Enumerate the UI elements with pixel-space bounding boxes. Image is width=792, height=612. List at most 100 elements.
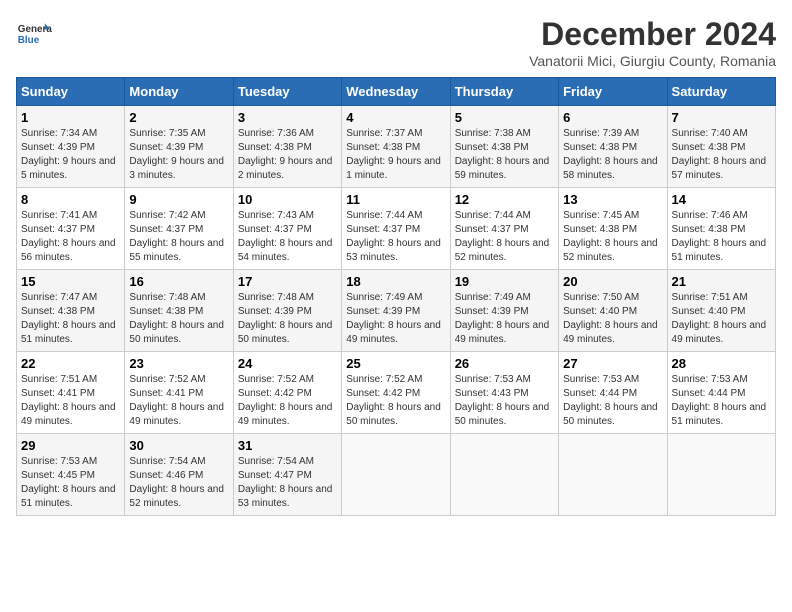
day-info: Sunrise: 7:52 AM Sunset: 4:42 PM Dayligh… [346, 373, 445, 429]
calendar-cell: 22 Sunrise: 7:51 AM Sunset: 4:41 PM Dayli… [17, 352, 125, 434]
day-number: 11 [346, 192, 445, 207]
weekday-header-cell: Sunday [17, 78, 125, 106]
header: General Blue December 2024 Vanatorii Mic… [16, 16, 776, 69]
day-info: Sunrise: 7:46 AM Sunset: 4:38 PM Dayligh… [672, 209, 771, 265]
day-info: Sunrise: 7:53 AM Sunset: 4:44 PM Dayligh… [563, 373, 662, 429]
weekday-header-cell: Saturday [667, 78, 775, 106]
day-info: Sunrise: 7:47 AM Sunset: 4:38 PM Dayligh… [21, 291, 120, 347]
day-number: 9 [129, 192, 228, 207]
day-number: 12 [455, 192, 554, 207]
day-number: 25 [346, 356, 445, 371]
calendar-week-row: 1 Sunrise: 7:34 AM Sunset: 4:39 PM Daylig… [17, 106, 776, 188]
day-number: 26 [455, 356, 554, 371]
calendar-week-row: 22 Sunrise: 7:51 AM Sunset: 4:41 PM Dayli… [17, 352, 776, 434]
calendar-cell: 28Sunrise: 7:53 AM Sunset: 4:44 PM Dayli… [667, 352, 775, 434]
calendar-cell: 14 Sunrise: 7:46 AM Sunset: 4:38 PM Dayli… [667, 188, 775, 270]
calendar-cell: 26 Sunrise: 7:53 AM Sunset: 4:43 PM Dayli… [450, 352, 558, 434]
day-number: 2 [129, 110, 228, 125]
calendar-cell: 30 Sunrise: 7:54 AM Sunset: 4:46 PM Dayli… [125, 434, 233, 516]
calendar-cell: 6 Sunrise: 7:39 AM Sunset: 4:38 PM Daylig… [559, 106, 667, 188]
logo-icon: General Blue [16, 16, 52, 52]
day-number: 30 [129, 438, 228, 453]
calendar-cell: 20 Sunrise: 7:50 AM Sunset: 4:40 PM Dayli… [559, 270, 667, 352]
day-number: 15 [21, 274, 120, 289]
day-number: 22 [21, 356, 120, 371]
day-number: 24 [238, 356, 337, 371]
calendar-cell: 15 Sunrise: 7:47 AM Sunset: 4:38 PM Dayli… [17, 270, 125, 352]
day-info: Sunrise: 7:42 AM Sunset: 4:37 PM Dayligh… [129, 209, 228, 265]
day-number: 16 [129, 274, 228, 289]
day-info: Sunrise: 7:51 AM Sunset: 4:40 PM Dayligh… [672, 291, 771, 347]
day-number: 21 [672, 274, 771, 289]
weekday-header-cell: Thursday [450, 78, 558, 106]
day-info: Sunrise: 7:51 AM Sunset: 4:41 PM Dayligh… [21, 373, 120, 429]
calendar-cell [559, 434, 667, 516]
day-number: 13 [563, 192, 662, 207]
calendar-table: SundayMondayTuesdayWednesdayThursdayFrid… [16, 77, 776, 516]
day-number: 31 [238, 438, 337, 453]
calendar-cell: 10Sunrise: 7:43 AM Sunset: 4:37 PM Dayli… [233, 188, 341, 270]
day-info: Sunrise: 7:48 AM Sunset: 4:38 PM Dayligh… [129, 291, 228, 347]
svg-text:Blue: Blue [18, 35, 40, 46]
calendar-week-row: 29 Sunrise: 7:53 AM Sunset: 4:45 PM Dayli… [17, 434, 776, 516]
day-number: 8 [21, 192, 120, 207]
calendar-body: 1 Sunrise: 7:34 AM Sunset: 4:39 PM Daylig… [17, 106, 776, 516]
day-info: Sunrise: 7:41 AM Sunset: 4:37 PM Dayligh… [21, 209, 120, 265]
calendar-cell: 5 Sunrise: 7:38 AM Sunset: 4:38 PM Daylig… [450, 106, 558, 188]
day-info: Sunrise: 7:53 AM Sunset: 4:44 PM Dayligh… [672, 373, 771, 429]
calendar-cell: 1 Sunrise: 7:34 AM Sunset: 4:39 PM Daylig… [17, 106, 125, 188]
day-number: 20 [563, 274, 662, 289]
weekday-header-row: SundayMondayTuesdayWednesdayThursdayFrid… [17, 78, 776, 106]
day-number: 18 [346, 274, 445, 289]
calendar-cell [450, 434, 558, 516]
calendar-cell: 18Sunrise: 7:49 AM Sunset: 4:39 PM Dayli… [342, 270, 450, 352]
calendar-cell: 12 Sunrise: 7:44 AM Sunset: 4:37 PM Dayli… [450, 188, 558, 270]
day-info: Sunrise: 7:53 AM Sunset: 4:45 PM Dayligh… [21, 455, 120, 511]
calendar-cell [342, 434, 450, 516]
day-info: Sunrise: 7:40 AM Sunset: 4:38 PM Dayligh… [672, 127, 771, 183]
day-info: Sunrise: 7:45 AM Sunset: 4:38 PM Dayligh… [563, 209, 662, 265]
calendar-cell: 11 Sunrise: 7:44 AM Sunset: 4:37 PM Dayli… [342, 188, 450, 270]
day-number: 23 [129, 356, 228, 371]
calendar-subtitle: Vanatorii Mici, Giurgiu County, Romania [529, 53, 776, 69]
calendar-cell: 13 Sunrise: 7:45 AM Sunset: 4:38 PM Dayli… [559, 188, 667, 270]
calendar-cell: 27 Sunrise: 7:53 AM Sunset: 4:44 PM Dayli… [559, 352, 667, 434]
calendar-cell: 8 Sunrise: 7:41 AM Sunset: 4:37 PM Daylig… [17, 188, 125, 270]
day-number: 10 [238, 192, 337, 207]
day-info: Sunrise: 7:50 AM Sunset: 4:40 PM Dayligh… [563, 291, 662, 347]
calendar-cell: 16 Sunrise: 7:48 AM Sunset: 4:38 PM Dayli… [125, 270, 233, 352]
day-number: 1 [21, 110, 120, 125]
day-number: 5 [455, 110, 554, 125]
calendar-title: December 2024 [529, 16, 776, 53]
day-info: Sunrise: 7:44 AM Sunset: 4:37 PM Dayligh… [346, 209, 445, 265]
day-info: Sunrise: 7:44 AM Sunset: 4:37 PM Dayligh… [455, 209, 554, 265]
day-info: Sunrise: 7:34 AM Sunset: 4:39 PM Dayligh… [21, 127, 120, 183]
weekday-header-cell: Tuesday [233, 78, 341, 106]
weekday-header-cell: Wednesday [342, 78, 450, 106]
day-info: Sunrise: 7:49 AM Sunset: 4:39 PM Dayligh… [455, 291, 554, 347]
day-number: 29 [21, 438, 120, 453]
calendar-week-row: 15 Sunrise: 7:47 AM Sunset: 4:38 PM Dayli… [17, 270, 776, 352]
day-info: Sunrise: 7:39 AM Sunset: 4:38 PM Dayligh… [563, 127, 662, 183]
day-number: 6 [563, 110, 662, 125]
calendar-cell: 25 Sunrise: 7:52 AM Sunset: 4:42 PM Dayli… [342, 352, 450, 434]
day-info: Sunrise: 7:54 AM Sunset: 4:47 PM Dayligh… [238, 455, 337, 511]
day-info: Sunrise: 7:52 AM Sunset: 4:42 PM Dayligh… [238, 373, 337, 429]
calendar-cell: 4Sunrise: 7:37 AM Sunset: 4:38 PM Daylig… [342, 106, 450, 188]
day-info: Sunrise: 7:38 AM Sunset: 4:38 PM Dayligh… [455, 127, 554, 183]
calendar-cell: 3Sunrise: 7:36 AM Sunset: 4:38 PM Daylig… [233, 106, 341, 188]
calendar-cell: 7 Sunrise: 7:40 AM Sunset: 4:38 PM Daylig… [667, 106, 775, 188]
calendar-cell: 19Sunrise: 7:49 AM Sunset: 4:39 PM Dayli… [450, 270, 558, 352]
day-info: Sunrise: 7:54 AM Sunset: 4:46 PM Dayligh… [129, 455, 228, 511]
day-number: 7 [672, 110, 771, 125]
day-number: 27 [563, 356, 662, 371]
calendar-cell [667, 434, 775, 516]
day-number: 14 [672, 192, 771, 207]
day-info: Sunrise: 7:53 AM Sunset: 4:43 PM Dayligh… [455, 373, 554, 429]
weekday-header-cell: Friday [559, 78, 667, 106]
day-number: 4 [346, 110, 445, 125]
day-number: 3 [238, 110, 337, 125]
calendar-cell: 29 Sunrise: 7:53 AM Sunset: 4:45 PM Dayli… [17, 434, 125, 516]
weekday-header-cell: Monday [125, 78, 233, 106]
day-info: Sunrise: 7:52 AM Sunset: 4:41 PM Dayligh… [129, 373, 228, 429]
